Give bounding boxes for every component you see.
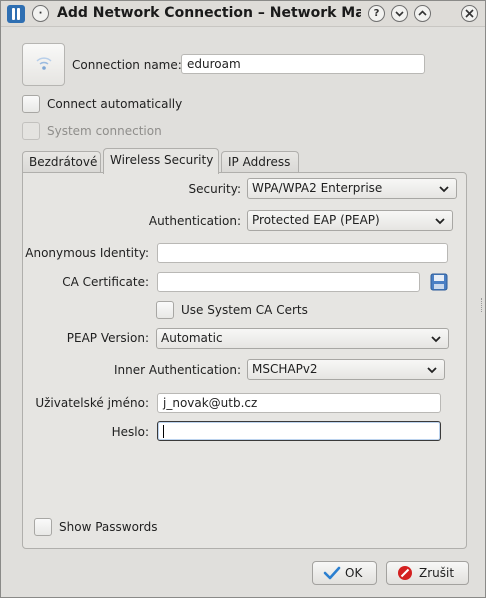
tab-ip-address[interactable]: IP Address xyxy=(221,151,299,173)
ca-certificate-browse-button[interactable] xyxy=(429,272,449,292)
inner-authentication-label: Inner Authentication: xyxy=(113,363,241,377)
chevron-down-icon xyxy=(427,367,437,374)
connect-automatically-checkbox[interactable] xyxy=(22,95,40,113)
title-bar[interactable]: · Add Network Connection – Network Manag… xyxy=(1,1,485,27)
username-label: Uživatelské jméno: xyxy=(35,396,149,410)
ok-button[interactable]: OK xyxy=(312,561,377,585)
peap-version-label: PEAP Version: xyxy=(66,331,149,345)
help-icon[interactable]: ? xyxy=(368,5,385,22)
wireless-icon xyxy=(36,57,52,70)
connect-automatically-label[interactable]: Connect automatically xyxy=(47,97,182,111)
authentication-select-value: Protected EAP (PEAP) xyxy=(252,213,380,227)
use-system-ca-label[interactable]: Use System CA Certs xyxy=(181,303,308,317)
ok-button-label: OK xyxy=(345,566,363,580)
connection-name-input[interactable]: eduroam xyxy=(181,54,425,74)
cancel-button-label: Zrušit xyxy=(419,566,455,580)
tab-wireless-security[interactable]: Wireless Security xyxy=(103,148,219,174)
window-menu-icon[interactable]: · xyxy=(32,5,49,22)
checkmark-icon xyxy=(323,566,341,580)
security-select-value: WPA/WPA2 Enterprise xyxy=(252,181,383,195)
security-label: Security: xyxy=(188,182,241,196)
connection-icon-button[interactable] xyxy=(22,43,65,86)
maximize-icon[interactable] xyxy=(414,5,431,22)
show-passwords-label[interactable]: Show Passwords xyxy=(59,520,158,534)
authentication-select[interactable]: Protected EAP (PEAP) xyxy=(247,210,453,231)
resize-grip[interactable] xyxy=(481,298,483,312)
cancel-button[interactable]: Zrušit xyxy=(386,561,469,585)
anonymous-identity-label: Anonymous Identity: xyxy=(25,246,149,260)
use-system-ca-checkbox[interactable] xyxy=(156,301,174,319)
ca-certificate-input[interactable] xyxy=(157,272,420,292)
window-title: Add Network Connection – Network Manage xyxy=(57,5,361,21)
close-icon[interactable] xyxy=(461,5,478,22)
cancel-icon xyxy=(398,566,412,580)
chevron-down-icon xyxy=(435,218,445,225)
password-input[interactable] xyxy=(157,421,441,441)
username-input[interactable]: j_novak@utb.cz xyxy=(157,393,441,413)
anonymous-identity-input[interactable] xyxy=(157,243,448,263)
system-connection-checkbox xyxy=(22,122,40,140)
chevron-down-icon xyxy=(431,336,441,343)
save-icon xyxy=(430,273,448,291)
chevron-down-icon xyxy=(439,186,449,193)
inner-authentication-select[interactable]: MSCHAPv2 xyxy=(247,359,445,380)
system-connection-label: System connection xyxy=(47,124,162,138)
text-cursor xyxy=(163,425,164,438)
ca-certificate-label: CA Certificate: xyxy=(62,275,149,289)
inner-authentication-select-value: MSCHAPv2 xyxy=(252,362,318,376)
dialog-window: · Add Network Connection – Network Manag… xyxy=(0,0,486,598)
security-select[interactable]: WPA/WPA2 Enterprise xyxy=(247,178,457,199)
connection-name-label: Connection name: xyxy=(72,58,182,72)
peap-version-select-value: Automatic xyxy=(161,331,223,345)
peap-version-select[interactable]: Automatic xyxy=(156,328,449,349)
show-passwords-checkbox[interactable] xyxy=(34,518,52,536)
tab-wireless[interactable]: Bezdrátové xyxy=(22,151,101,173)
password-label: Heslo: xyxy=(111,425,149,439)
authentication-label: Authentication: xyxy=(148,214,241,228)
minimize-icon[interactable] xyxy=(391,5,408,22)
app-icon xyxy=(7,5,25,23)
